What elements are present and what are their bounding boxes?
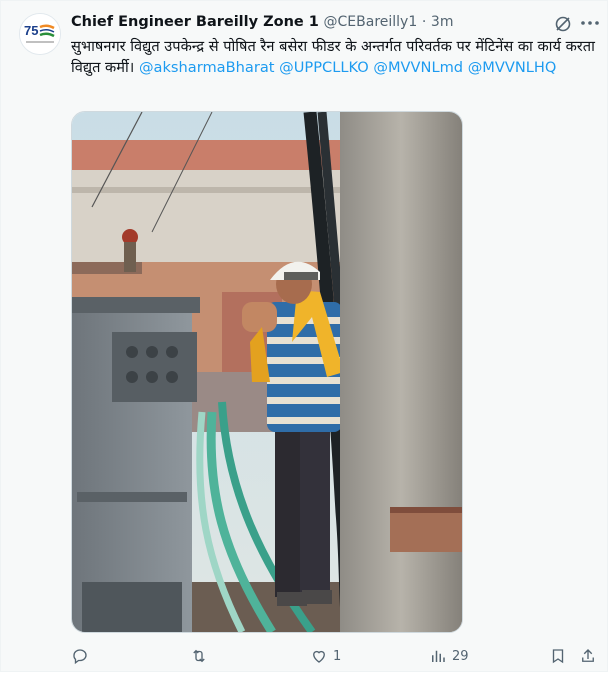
- grok-icon[interactable]: [553, 14, 573, 34]
- like-button[interactable]: 1: [310, 643, 341, 669]
- tweet-card[interactable]: 75 Chief Engineer Bareilly Zone 1 @CEBar…: [0, 0, 608, 672]
- more-icon[interactable]: [579, 13, 601, 33]
- heart-icon: [313, 650, 325, 663]
- retweet-button[interactable]: [190, 643, 213, 669]
- avatar[interactable]: 75: [19, 13, 61, 55]
- tweet-header: Chief Engineer Bareilly Zone 1 @CEBareil…: [71, 14, 547, 34]
- like-count: 1: [333, 648, 342, 664]
- author-handle[interactable]: @CEBareilly1: [324, 14, 418, 30]
- views-count: 29: [452, 648, 469, 664]
- bookmark-icon: [552, 649, 564, 664]
- separator-dot: ·: [421, 14, 427, 30]
- svg-text:75: 75: [24, 23, 38, 38]
- mention-link[interactable]: @MVVNLmd: [373, 59, 463, 76]
- share-button[interactable]: [579, 643, 597, 669]
- reply-icon: [73, 649, 87, 665]
- mention-link[interactable]: @UPPCLLKO: [279, 59, 369, 76]
- tweet-photo[interactable]: [71, 111, 463, 633]
- retweet-icon: [193, 649, 205, 663]
- bookmark-button[interactable]: [549, 643, 567, 669]
- tweet-actions: 1 29: [1, 643, 609, 669]
- tweet-time[interactable]: 3m: [431, 14, 454, 30]
- mention-link[interactable]: @aksharmaBharat: [139, 59, 275, 76]
- views-button[interactable]: 29: [429, 643, 469, 669]
- share-icon: [582, 649, 594, 662]
- mention-link[interactable]: @MVVNLHQ: [468, 59, 557, 76]
- reply-button[interactable]: [71, 643, 94, 669]
- analytics-icon: [432, 650, 445, 662]
- tweet-text: सुभाषनगर विद्युत उपकेन्द्र से पोषित रैन …: [71, 36, 597, 78]
- author-name[interactable]: Chief Engineer Bareilly Zone 1: [71, 14, 319, 30]
- 75-years-logo-icon: 75: [20, 14, 60, 54]
